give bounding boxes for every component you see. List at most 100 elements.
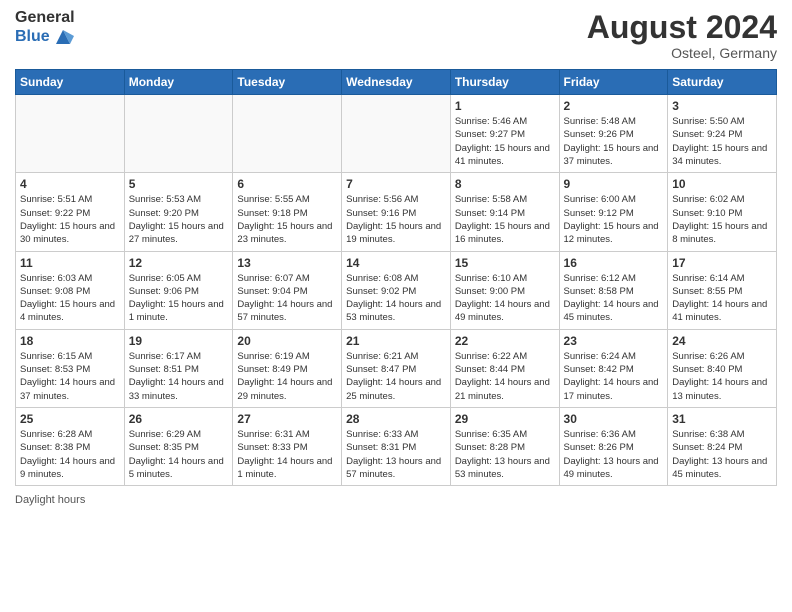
day-info: Sunrise: 6:35 AM Sunset: 8:28 PM Dayligh… (455, 428, 555, 481)
col-tuesday: Tuesday (233, 70, 342, 95)
table-row: 14 Sunrise: 6:08 AM Sunset: 9:02 PM Dayli… (342, 251, 451, 329)
logo-icon (52, 26, 74, 48)
day-number: 15 (455, 256, 555, 270)
day-info: Sunrise: 6:17 AM Sunset: 8:51 PM Dayligh… (129, 350, 229, 403)
day-info: Sunrise: 6:21 AM Sunset: 8:47 PM Dayligh… (346, 350, 446, 403)
table-row: 7 Sunrise: 5:56 AM Sunset: 9:16 PM Daylig… (342, 173, 451, 251)
table-row: 8 Sunrise: 5:58 AM Sunset: 9:14 PM Daylig… (450, 173, 559, 251)
day-info: Sunrise: 5:48 AM Sunset: 9:26 PM Dayligh… (564, 115, 664, 168)
header-row: Sunday Monday Tuesday Wednesday Thursday… (16, 70, 777, 95)
table-row: 13 Sunrise: 6:07 AM Sunset: 9:04 PM Dayli… (233, 251, 342, 329)
col-friday: Friday (559, 70, 668, 95)
day-number: 20 (237, 334, 337, 348)
day-number: 18 (20, 334, 120, 348)
table-row: 6Sunrise: 5:55 AM Sunset: 9:18 PM Daylig… (233, 173, 342, 251)
table-row: 18 Sunrise: 6:15 AM Sunset: 8:53 PM Dayli… (16, 329, 125, 407)
day-number: 31 (672, 412, 772, 426)
table-row: 31 Sunrise: 6:38 AM Sunset: 8:24 PM Dayli… (668, 407, 777, 485)
day-info: Sunrise: 5:51 AM Sunset: 9:22 PM Dayligh… (20, 193, 120, 246)
table-row (124, 95, 233, 173)
location: Osteel, Germany (587, 45, 777, 61)
week-row-2: 4Sunrise: 5:51 AM Sunset: 9:22 PM Daylig… (16, 173, 777, 251)
day-number: 26 (129, 412, 229, 426)
day-info: Sunrise: 6:36 AM Sunset: 8:26 PM Dayligh… (564, 428, 664, 481)
page: General Blue August 2024 Osteel, Germany… (0, 0, 792, 612)
table-row (233, 95, 342, 173)
table-row: 19 Sunrise: 6:17 AM Sunset: 8:51 PM Dayli… (124, 329, 233, 407)
day-info: Sunrise: 6:00 AM Sunset: 9:12 PM Dayligh… (564, 193, 664, 246)
day-number: 22 (455, 334, 555, 348)
table-row: 4Sunrise: 5:51 AM Sunset: 9:22 PM Daylig… (16, 173, 125, 251)
month-year: August 2024 (587, 10, 777, 45)
col-saturday: Saturday (668, 70, 777, 95)
day-info: Sunrise: 5:56 AM Sunset: 9:16 PM Dayligh… (346, 193, 446, 246)
table-row (342, 95, 451, 173)
day-number: 16 (564, 256, 664, 270)
day-number: 1 (455, 99, 555, 113)
day-number: 24 (672, 334, 772, 348)
day-info: Sunrise: 5:58 AM Sunset: 9:14 PM Dayligh… (455, 193, 555, 246)
day-info: Sunrise: 6:29 AM Sunset: 8:35 PM Dayligh… (129, 428, 229, 481)
day-info: Sunrise: 6:05 AM Sunset: 9:06 PM Dayligh… (129, 272, 229, 325)
day-number: 14 (346, 256, 446, 270)
day-info: Sunrise: 6:19 AM Sunset: 8:49 PM Dayligh… (237, 350, 337, 403)
table-row: 29 Sunrise: 6:35 AM Sunset: 8:28 PM Dayli… (450, 407, 559, 485)
day-info: Sunrise: 6:12 AM Sunset: 8:58 PM Dayligh… (564, 272, 664, 325)
col-monday: Monday (124, 70, 233, 95)
table-row: 15Sunrise: 6:10 AM Sunset: 9:00 PM Dayli… (450, 251, 559, 329)
col-wednesday: Wednesday (342, 70, 451, 95)
col-thursday: Thursday (450, 70, 559, 95)
footer: Daylight hours (15, 494, 777, 506)
day-number: 8 (455, 177, 555, 191)
day-number: 9 (564, 177, 664, 191)
table-row: 25Sunrise: 6:28 AM Sunset: 8:38 PM Dayli… (16, 407, 125, 485)
day-info: Sunrise: 6:24 AM Sunset: 8:42 PM Dayligh… (564, 350, 664, 403)
day-number: 21 (346, 334, 446, 348)
calendar-table: Sunday Monday Tuesday Wednesday Thursday… (15, 69, 777, 486)
day-number: 6 (237, 177, 337, 191)
table-row: 27 Sunrise: 6:31 AM Sunset: 8:33 PM Dayli… (233, 407, 342, 485)
table-row: 20 Sunrise: 6:19 AM Sunset: 8:49 PM Dayli… (233, 329, 342, 407)
day-info: Sunrise: 6:31 AM Sunset: 8:33 PM Dayligh… (237, 428, 337, 481)
table-row: 22 Sunrise: 6:22 AM Sunset: 8:44 PM Dayli… (450, 329, 559, 407)
day-number: 27 (237, 412, 337, 426)
week-row-4: 18 Sunrise: 6:15 AM Sunset: 8:53 PM Dayli… (16, 329, 777, 407)
day-number: 30 (564, 412, 664, 426)
table-row: 11Sunrise: 6:03 AM Sunset: 9:08 PM Dayli… (16, 251, 125, 329)
day-info: Sunrise: 6:03 AM Sunset: 9:08 PM Dayligh… (20, 272, 120, 325)
day-info: Sunrise: 6:38 AM Sunset: 8:24 PM Dayligh… (672, 428, 772, 481)
table-row: 2 Sunrise: 5:48 AM Sunset: 9:26 PM Daylig… (559, 95, 668, 173)
table-row: 12 Sunrise: 6:05 AM Sunset: 9:06 PM Dayli… (124, 251, 233, 329)
table-row: 10 Sunrise: 6:02 AM Sunset: 9:10 PM Dayli… (668, 173, 777, 251)
table-row (16, 95, 125, 173)
title-block: August 2024 Osteel, Germany (587, 10, 777, 61)
day-info: Sunrise: 6:15 AM Sunset: 8:53 PM Dayligh… (20, 350, 120, 403)
table-row: 3Sunrise: 5:50 AM Sunset: 9:24 PM Daylig… (668, 95, 777, 173)
table-row: 5Sunrise: 5:53 AM Sunset: 9:20 PM Daylig… (124, 173, 233, 251)
day-number: 3 (672, 99, 772, 113)
day-number: 12 (129, 256, 229, 270)
daylight-hours-label: Daylight hours (15, 494, 85, 506)
week-row-3: 11Sunrise: 6:03 AM Sunset: 9:08 PM Dayli… (16, 251, 777, 329)
day-number: 19 (129, 334, 229, 348)
logo: General Blue (15, 10, 75, 48)
day-number: 2 (564, 99, 664, 113)
day-number: 25 (20, 412, 120, 426)
day-number: 13 (237, 256, 337, 270)
day-number: 29 (455, 412, 555, 426)
day-number: 17 (672, 256, 772, 270)
day-info: Sunrise: 6:22 AM Sunset: 8:44 PM Dayligh… (455, 350, 555, 403)
day-info: Sunrise: 6:02 AM Sunset: 9:10 PM Dayligh… (672, 193, 772, 246)
logo-blue: Blue (15, 29, 50, 45)
day-number: 28 (346, 412, 446, 426)
week-row-1: 1Sunrise: 5:46 AM Sunset: 9:27 PM Daylig… (16, 95, 777, 173)
day-number: 7 (346, 177, 446, 191)
day-number: 5 (129, 177, 229, 191)
table-row: 9 Sunrise: 6:00 AM Sunset: 9:12 PM Daylig… (559, 173, 668, 251)
day-number: 10 (672, 177, 772, 191)
day-info: Sunrise: 6:33 AM Sunset: 8:31 PM Dayligh… (346, 428, 446, 481)
header: General Blue August 2024 Osteel, Germany (15, 10, 777, 61)
day-info: Sunrise: 6:07 AM Sunset: 9:04 PM Dayligh… (237, 272, 337, 325)
table-row: 1Sunrise: 5:46 AM Sunset: 9:27 PM Daylig… (450, 95, 559, 173)
day-info: Sunrise: 6:08 AM Sunset: 9:02 PM Dayligh… (346, 272, 446, 325)
